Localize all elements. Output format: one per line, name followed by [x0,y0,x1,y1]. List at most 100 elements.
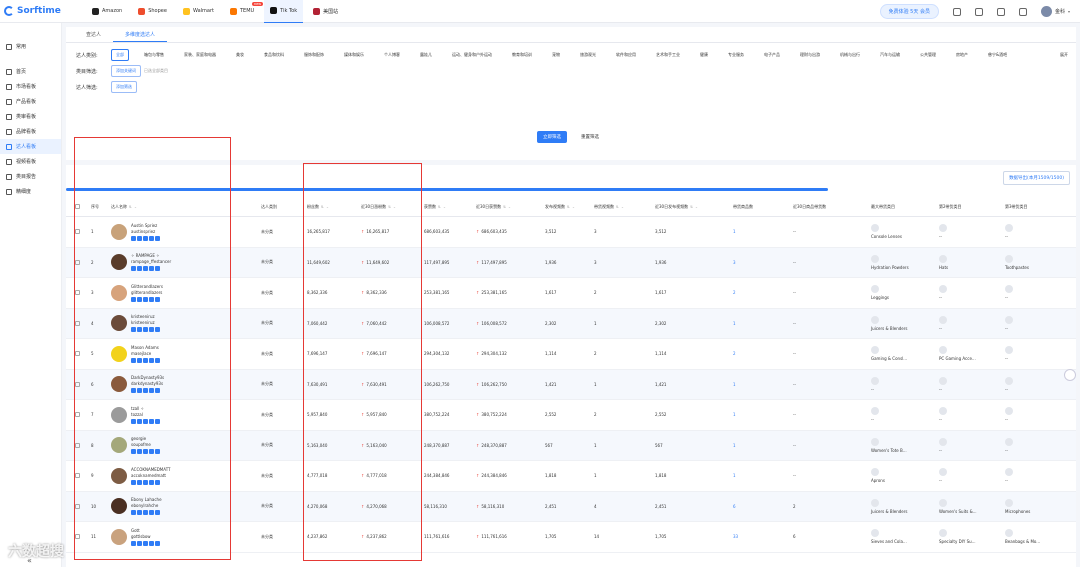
category-chip[interactable]: 理财与出游 [795,49,825,61]
column-header[interactable]: 发布视频数 ⇅ ⌄ [542,204,591,210]
kol-cell[interactable]: Glitterandlazers glitterandlazers [108,284,258,302]
reset-filter-button[interactable]: 重置筛选 [575,131,605,143]
filter-icon[interactable]: ⌄ [695,205,698,209]
link-icon[interactable] [149,479,154,485]
category-chip[interactable]: 专业服务 [723,49,749,61]
row-checkbox[interactable] [66,229,88,235]
platform-tab[interactable]: Walmart [177,0,220,23]
row-checkbox[interactable] [66,503,88,509]
kol-name[interactable]: kristeeniruz [131,314,160,319]
table-row[interactable]: 4 kristeeniruz kristeeniruz 未分类 7,060,442… [66,308,1076,339]
checkbox[interactable] [74,320,80,326]
link-icon[interactable] [149,357,154,363]
link-icon[interactable] [149,418,154,424]
row-checkbox[interactable] [66,320,88,326]
table-row[interactable]: 10 Ebony Lahache ebonylrahche 未分类 4,270,0… [66,491,1076,522]
tiktok-icon[interactable] [131,388,136,394]
sort-icon[interactable]: ⇅ [503,205,506,209]
instagram-icon[interactable] [137,449,142,455]
youtube-icon[interactable] [143,296,148,302]
instagram-icon[interactable] [137,296,142,302]
checkbox[interactable] [74,503,80,509]
platform-tab[interactable]: Amazon [86,0,128,23]
category-chip[interactable]: 个人博客 [379,49,405,61]
products-count-link[interactable]: 2 [730,290,790,295]
platform-tab[interactable]: 美国站 [307,0,344,23]
table-row[interactable]: 2 ✧ RAMPAGE ✧ rampage_ffestancer 未分类 11,6… [66,247,1076,278]
table-row[interactable]: 7 tzall ✧ tozzal 未分类 5,957,840 ↑ 5,957,840 3… [66,400,1076,431]
instagram-icon[interactable] [137,357,142,363]
category-chip[interactable]: 运动、健身和户外运动 [447,49,497,61]
add-filter-button[interactable]: 添加筛选 [111,81,137,93]
checkbox[interactable] [74,473,80,479]
filter-icon[interactable]: ⌄ [621,205,624,209]
sort-icon[interactable]: ⇅ [388,205,391,209]
category-chip[interactable]: 汽车与运输 [875,49,905,61]
tiktok-icon[interactable] [131,510,136,516]
help-icon[interactable] [974,7,983,16]
youtube-icon[interactable] [143,510,148,516]
sort-icon[interactable]: ⇅ [438,205,441,209]
products-count-link[interactable]: 1 [730,382,790,387]
mail-icon[interactable] [155,327,160,333]
kol-cell[interactable]: Mason Adams masejlace [108,345,258,363]
checkbox[interactable] [74,290,80,296]
row-checkbox[interactable] [66,534,88,540]
category-chip[interactable]: 电子产品 [759,49,785,61]
column-header[interactable]: 近30日涨粉数 ⇅ ⌄ [358,204,421,210]
category-chip[interactable]: 媒体和娱乐 [339,49,369,61]
mail-icon[interactable] [155,266,160,272]
tiktok-icon[interactable] [131,266,136,272]
mail-icon[interactable] [155,235,160,241]
tiktok-icon[interactable] [131,327,136,333]
category-chip[interactable]: 美妆 [231,49,249,61]
checkbox[interactable] [74,381,80,387]
add-icon[interactable] [1018,7,1027,16]
row-checkbox[interactable] [66,473,88,479]
link-icon[interactable] [149,266,154,272]
row-checkbox[interactable] [66,290,88,296]
category-chip[interactable]: 宠物 [547,49,565,61]
mail-icon[interactable] [155,510,160,516]
kol-name[interactable]: Austin Spriez [131,223,160,228]
filter-icon[interactable]: ⌄ [326,205,329,209]
kol-cell[interactable]: kristeeniruz kristeeniruz [108,314,258,333]
category-chip[interactable]: 箱包与零售 [139,49,169,61]
link-icon[interactable] [149,449,154,455]
youtube-icon[interactable] [143,418,148,424]
mail-icon[interactable] [155,540,160,546]
page-tab[interactable]: 查达人 [74,27,113,42]
filter-icon[interactable]: ⌄ [572,205,575,209]
platform-tab[interactable]: Tik Tok [264,0,304,23]
sidebar-item[interactable]: 品牌看板 [0,124,61,139]
tiktok-icon[interactable] [131,449,136,455]
user-menu[interactable]: 金科 ▾ [1040,6,1070,17]
kol-name[interactable]: DarkDynasty93s [131,375,164,380]
link-icon[interactable] [149,388,154,394]
products-count-link[interactable]: 1 [730,412,790,417]
instagram-icon[interactable] [137,540,142,546]
kol-name[interactable]: ACCOKNAMEDMATT [131,467,171,472]
sort-icon[interactable]: ⇅ [616,205,619,209]
products-count-link[interactable]: 1 [730,321,790,326]
table-row[interactable]: 11 Gott gottlsbow 未分类 4,237,862 ↑ 4,237,862… [66,522,1076,553]
support-float-button[interactable] [1064,369,1076,381]
kol-name[interactable]: georgie [131,436,160,441]
kol-cell[interactable]: tzall ✧ tozzal [108,406,258,424]
column-header[interactable]: 近30日获赞数 ⇅ ⌄ [473,204,542,210]
platform-tab[interactable]: Shopee [132,0,173,23]
instagram-icon[interactable] [137,327,142,333]
platform-tab[interactable]: TEMU new [224,0,264,23]
kol-name[interactable]: ✧ RAMPAGE ✧ [131,253,171,258]
sidebar-item[interactable]: 视频看板 [0,154,61,169]
folder-icon[interactable] [996,7,1005,16]
link-icon[interactable] [149,510,154,516]
filter-icon[interactable]: ⌄ [508,205,511,209]
mail-icon[interactable] [155,357,160,363]
tiktok-icon[interactable] [131,540,136,546]
checkbox[interactable] [74,229,80,235]
kol-name[interactable]: Ebony Lahache [131,497,162,502]
select-all-checkbox[interactable] [66,204,88,209]
category-chip[interactable]: 教育和培训 [507,49,537,61]
category-chip[interactable]: 全部 [111,49,129,61]
